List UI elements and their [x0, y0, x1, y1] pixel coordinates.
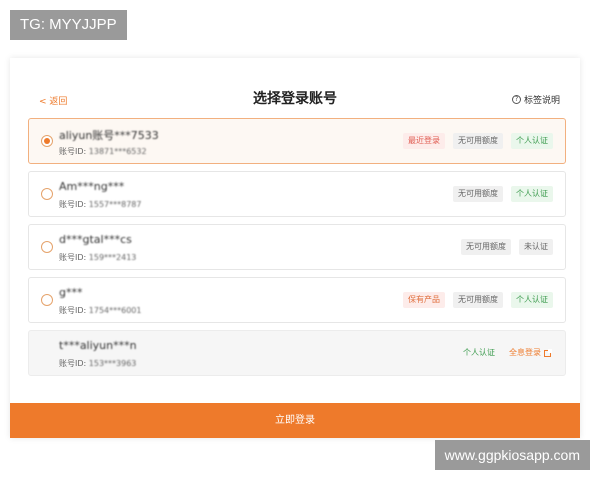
- tag-help-link[interactable]: ? 标签说明: [511, 93, 560, 106]
- page-title: 选择登录账号: [253, 91, 337, 107]
- account-tags: 最近登录 无可用额度 个人认证: [403, 133, 553, 149]
- radio-unselected[interactable]: [41, 188, 53, 200]
- tag-no-quota: 无可用额度: [453, 186, 503, 202]
- account-id: 账号ID: 1557***8787: [59, 200, 142, 209]
- tag-unverified: 未认证: [519, 239, 553, 255]
- account-id: 账号ID: 153***3963: [59, 359, 137, 368]
- account-id: 账号ID: 1754***6001: [59, 306, 142, 315]
- account-id: 账号ID: 159***2413: [59, 253, 137, 262]
- tag-no-quota: 无可用额度: [453, 292, 503, 308]
- watermark-bottom: www.ggpkiosapp.com: [434, 440, 590, 470]
- account-item[interactable]: g*** 账号ID: 1754***6001 保有产品 无可用额度 个人认证: [28, 277, 566, 323]
- account-item[interactable]: Am***ng*** 账号ID: 1557***8787 无可用额度 个人认证: [28, 171, 566, 217]
- page: TG: MYYJJPP < 返回 选择登录账号 ? 标签说明 aliyun账号*…: [0, 0, 600, 480]
- tag-personal-verified: 个人认证: [511, 292, 553, 308]
- account-item[interactable]: aliyun账号***7533 账号ID: 13871***6532 最近登录 …: [28, 118, 566, 164]
- tag-no-quota: 无可用额度: [461, 239, 511, 255]
- account-item-disabled: t***aliyun***n 账号ID: 153***3963 个人认证 全息登…: [28, 330, 566, 376]
- tag-recent-login: 最近登录: [403, 133, 445, 149]
- radio-selected[interactable]: [41, 135, 53, 147]
- radio-unselected[interactable]: [41, 241, 53, 253]
- login-button[interactable]: 立即登录: [10, 403, 580, 438]
- account-name: t***aliyun***n: [59, 339, 137, 352]
- watermark-top: TG: MYYJJPP: [10, 10, 127, 40]
- tag-help-label: 标签说明: [523, 96, 560, 106]
- question-circle-icon: ?: [511, 95, 521, 104]
- radio-unselected[interactable]: [41, 294, 53, 306]
- account-name: Am***ng***: [59, 180, 125, 193]
- external-link-icon: [544, 348, 552, 357]
- account-name: d***gtal***cs: [59, 233, 132, 246]
- account-name: g***: [59, 286, 83, 299]
- holographic-login-link[interactable]: 全息登录: [507, 345, 553, 361]
- tag-has-products: 保有产品: [403, 292, 445, 308]
- account-tags: 个人认证 全息登录: [459, 345, 553, 361]
- tag-personal-verified: 个人认证: [511, 186, 553, 202]
- account-id: 账号ID: 13871***6532: [59, 147, 147, 156]
- account-select-card: < 返回 选择登录账号 ? 标签说明 aliyun账号***7533 账号ID:…: [10, 58, 580, 438]
- account-name: aliyun账号***7533: [59, 129, 159, 142]
- tag-personal-verified: 个人认证: [511, 133, 553, 149]
- holographic-login-label: 全息登录: [509, 348, 541, 357]
- account-tags: 无可用额度 个人认证: [453, 186, 553, 202]
- account-item[interactable]: d***gtal***cs 账号ID: 159***2413 无可用额度 未认证: [28, 224, 566, 270]
- account-tags: 保有产品 无可用额度 个人认证: [403, 292, 553, 308]
- tag-no-quota: 无可用额度: [453, 133, 503, 149]
- account-tags: 无可用额度 未认证: [461, 239, 553, 255]
- tag-personal-verified: 个人认证: [463, 348, 495, 357]
